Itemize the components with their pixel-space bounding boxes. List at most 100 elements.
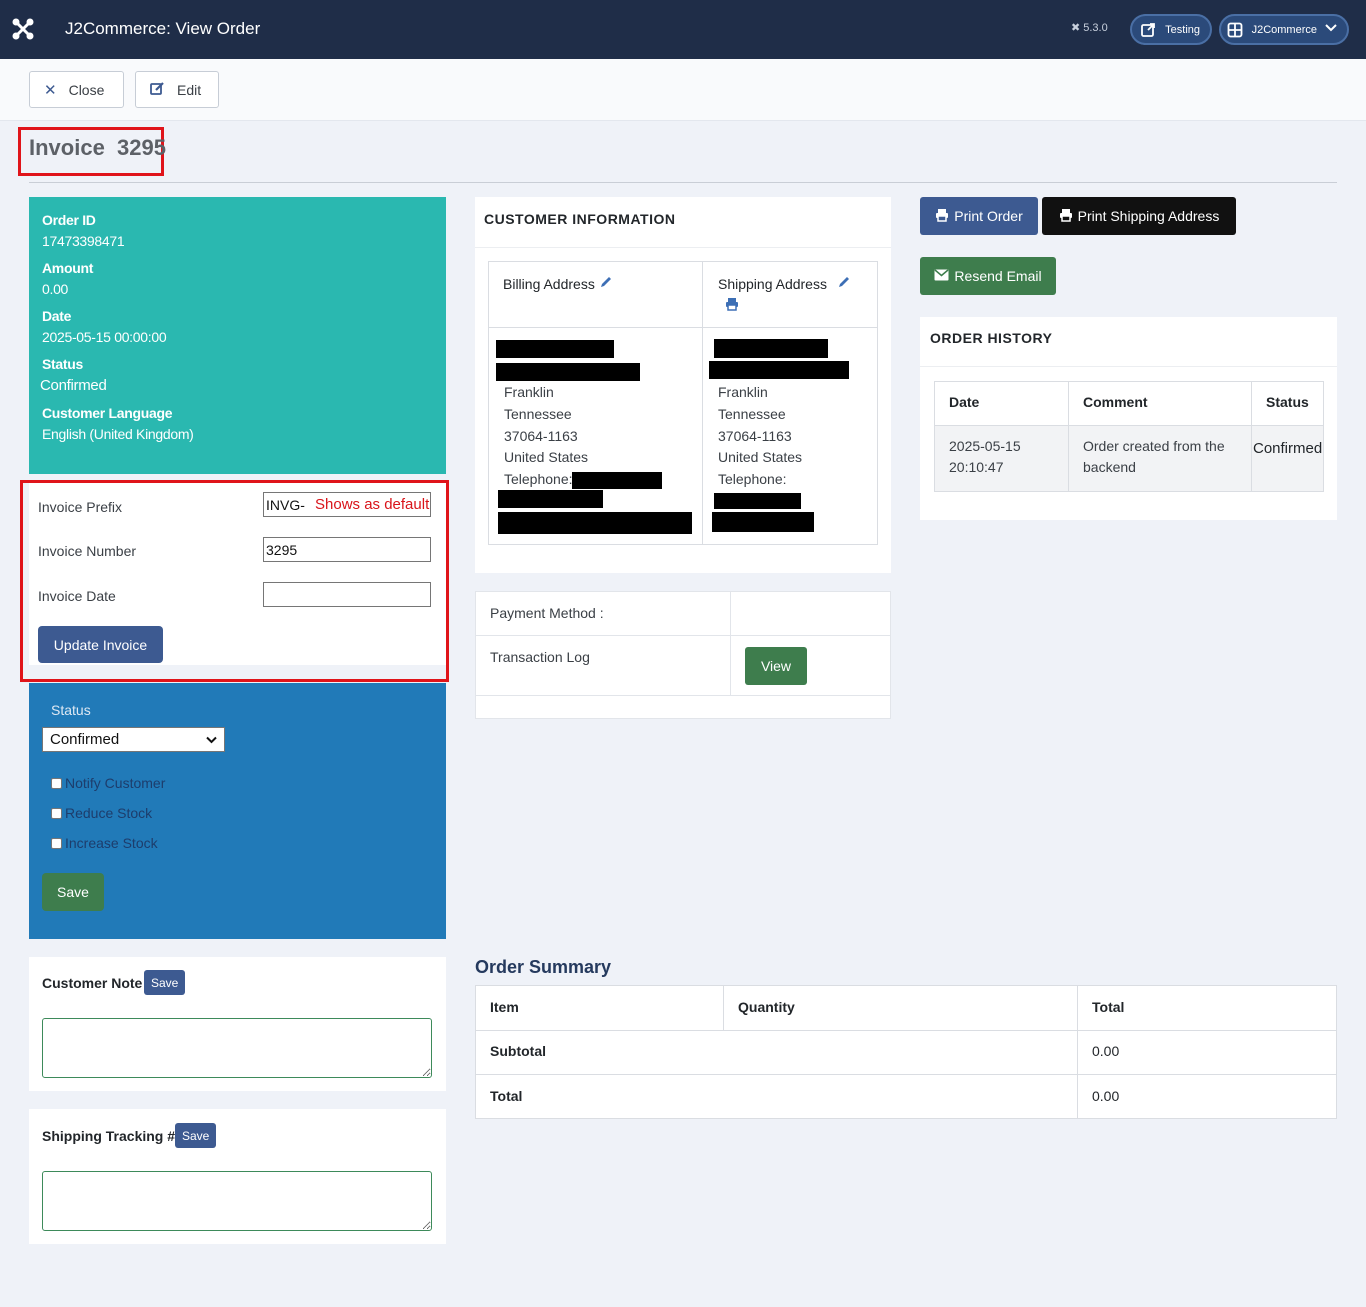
redacted-block bbox=[498, 512, 692, 534]
transaction-log-label: Transaction Log bbox=[490, 649, 590, 665]
shipping-phone-label: Telephone: bbox=[718, 471, 787, 487]
envelope-icon bbox=[934, 268, 949, 284]
order-id-value: 17473398471 bbox=[42, 233, 125, 249]
billing-phone-label: Telephone: bbox=[504, 471, 573, 487]
invoice-heading: Invoice 3295 bbox=[18, 127, 166, 176]
version-label: ✖ 5.3.0 bbox=[1071, 21, 1108, 35]
save-tracking-button[interactable]: Save bbox=[175, 1123, 217, 1148]
edit-icon bbox=[150, 81, 165, 99]
order-summary-table bbox=[475, 985, 1337, 1119]
shipping-address-title: Shipping Address bbox=[718, 275, 851, 292]
redacted-block bbox=[714, 493, 801, 509]
divider bbox=[29, 182, 1337, 183]
invoice-date-input[interactable] bbox=[263, 582, 431, 607]
external-link-icon bbox=[1138, 20, 1157, 40]
save-note-button[interactable]: Save bbox=[144, 970, 186, 995]
amount-value: 0.00 bbox=[42, 281, 69, 297]
history-comment: Order created from the backend bbox=[1083, 438, 1225, 475]
shipping-city: Franklin bbox=[718, 384, 768, 400]
joomla-logo-icon[interactable] bbox=[12, 18, 34, 40]
billing-country: United States bbox=[504, 449, 589, 465]
payment-method-label: Payment Method : bbox=[490, 605, 604, 621]
prefix-note: Shows as default bbox=[315, 496, 430, 513]
divider bbox=[476, 635, 890, 636]
date-label: Date bbox=[42, 308, 72, 324]
divider bbox=[1077, 986, 1078, 1118]
shipping-tracking-title: Shipping Tracking # bbox=[42, 1128, 176, 1144]
total-value: 0.00 bbox=[1092, 1088, 1120, 1104]
checkbox-icon bbox=[51, 837, 62, 849]
status-label: Status bbox=[42, 356, 83, 372]
history-status: Confirmed bbox=[1253, 440, 1323, 457]
view-transaction-button[interactable]: View bbox=[745, 647, 807, 685]
billing-city: Franklin bbox=[504, 384, 554, 400]
print-order-button[interactable]: Print Order bbox=[920, 197, 1038, 235]
divider bbox=[476, 1030, 1336, 1031]
close-icon: ✕ bbox=[44, 81, 57, 99]
billing-address-title: Billing Address bbox=[503, 275, 613, 292]
divider bbox=[488, 327, 878, 328]
status-value: Confirmed bbox=[40, 377, 107, 394]
divider bbox=[730, 592, 731, 695]
divider bbox=[702, 261, 703, 545]
shipping-tracking-textarea[interactable] bbox=[42, 1171, 432, 1231]
divider bbox=[475, 247, 891, 248]
customer-note-title: Customer Note bbox=[42, 975, 143, 991]
view-site-button[interactable]: Testing bbox=[1130, 14, 1212, 45]
grid-icon bbox=[1227, 20, 1244, 40]
resend-email-button[interactable]: Resend Email bbox=[920, 257, 1056, 295]
chevron-down-icon bbox=[206, 731, 217, 748]
divider bbox=[934, 425, 1324, 426]
billing-state: Tennessee bbox=[504, 406, 572, 422]
customer-note-textarea[interactable] bbox=[42, 1018, 432, 1078]
status-select[interactable]: Confirmed bbox=[42, 727, 225, 752]
notify-customer-checkbox[interactable]: Notify Customer bbox=[51, 775, 165, 791]
print-icon[interactable] bbox=[725, 297, 739, 314]
checkbox-icon bbox=[51, 777, 62, 789]
history-date: 2025-05-15 20:10:47 bbox=[949, 438, 1021, 475]
shipping-state: Tennessee bbox=[718, 406, 786, 422]
print-shipping-address-button[interactable]: Print Shipping Address bbox=[1042, 197, 1236, 235]
history-header-date: Date bbox=[949, 394, 980, 410]
divider bbox=[920, 366, 1337, 367]
page-title: J2Commerce: View Order bbox=[65, 19, 261, 38]
redacted-block bbox=[572, 472, 662, 489]
invoice-number-label: Invoice Number bbox=[38, 543, 137, 559]
user-menu-button[interactable]: J2Commerce bbox=[1219, 14, 1349, 45]
invoice-number-input[interactable] bbox=[263, 537, 431, 562]
pencil-icon[interactable] bbox=[599, 276, 613, 292]
redacted-block bbox=[496, 340, 614, 358]
invoice-date-label: Invoice Date bbox=[38, 588, 116, 604]
update-invoice-button[interactable]: Update Invoice bbox=[38, 626, 163, 663]
close-button[interactable]: ✕ Close bbox=[29, 71, 124, 108]
redacted-block bbox=[496, 363, 640, 381]
divider bbox=[723, 986, 724, 1030]
increase-stock-checkbox[interactable]: Increase Stock bbox=[51, 835, 158, 851]
order-info-panel: Order ID 17473398471 Amount 0.00 Date 20… bbox=[29, 197, 446, 474]
subtotal-label: Subtotal bbox=[490, 1043, 546, 1059]
redacted-block bbox=[709, 361, 849, 379]
redacted-block bbox=[714, 339, 828, 358]
order-id-label: Order ID bbox=[42, 212, 96, 228]
divider bbox=[476, 1074, 1336, 1075]
summary-header-quantity: Quantity bbox=[738, 999, 795, 1015]
amount-label: Amount bbox=[42, 260, 94, 276]
summary-header-total: Total bbox=[1092, 999, 1125, 1015]
customer-info-title: CUSTOMER INFORMATION bbox=[484, 211, 676, 227]
save-status-button[interactable]: Save bbox=[42, 873, 104, 911]
subtotal-value: 0.00 bbox=[1092, 1043, 1120, 1059]
order-history-title: ORDER HISTORY bbox=[930, 330, 1053, 346]
divider bbox=[1068, 381, 1069, 492]
history-header-status: Status bbox=[1266, 394, 1309, 410]
edit-button[interactable]: Edit bbox=[135, 71, 219, 108]
summary-header-item: Item bbox=[490, 999, 519, 1015]
divider bbox=[476, 695, 890, 696]
pencil-icon[interactable] bbox=[837, 276, 851, 292]
chevron-down-icon bbox=[1325, 23, 1337, 36]
redacted-block bbox=[712, 512, 814, 532]
shipping-zip: 37064-1163 bbox=[718, 428, 792, 444]
checkbox-icon bbox=[51, 807, 62, 819]
order-summary-title: Order Summary bbox=[475, 957, 612, 977]
joomla-small-icon: ✖ bbox=[1071, 22, 1081, 34]
reduce-stock-checkbox[interactable]: Reduce Stock bbox=[51, 805, 152, 821]
